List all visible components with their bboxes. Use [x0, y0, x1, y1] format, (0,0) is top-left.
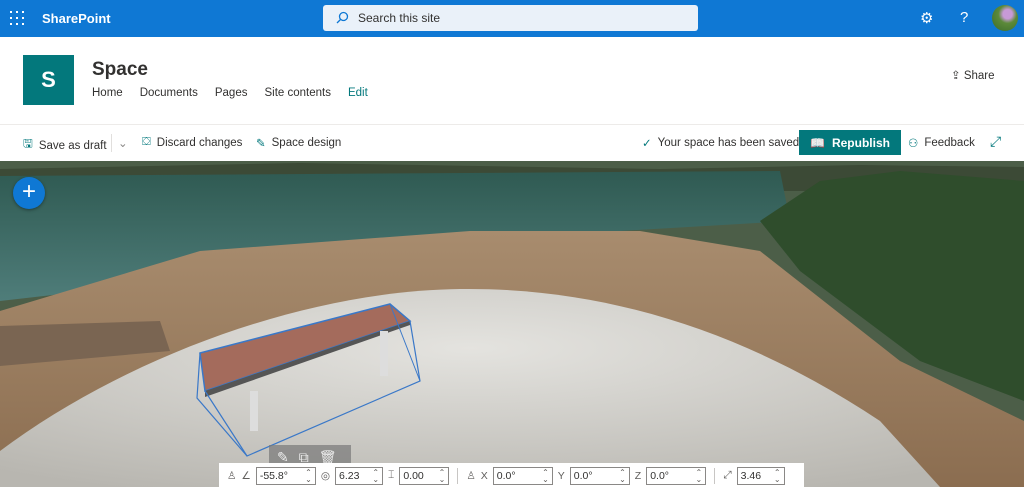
person-icon: ♙: [227, 469, 237, 482]
save-icon: 🖫: [23, 138, 33, 150]
divider: [714, 467, 716, 484]
help-icon[interactable]: ?: [960, 9, 968, 26]
spinner-icon[interactable]: ⌃ ⌄: [542, 468, 549, 483]
scale-icon: ⤢: [723, 469, 732, 481]
panorama-scene: [0, 161, 1024, 487]
share-button[interactable]: ⇪ Share: [951, 68, 995, 82]
radius-icon: ◎: [320, 469, 331, 482]
site-logo[interactable]: S: [23, 55, 74, 105]
space-canvas[interactable]: + ✎ ⧉ 🗑 ♙ ∠ -55.8° ⌃ ⌄ ◎ 6.23 ⌃ ⌄ ⌶ 0.00 ⌃ ⌄ ♙ X…: [0, 161, 1024, 487]
save-dropdown-chevron-icon[interactable]: ⌄: [118, 136, 128, 150]
height-value: 0.00: [403, 469, 424, 482]
republish-button[interactable]: 📖 Republish: [799, 130, 901, 155]
tilt-value: -55.8°: [259, 469, 288, 482]
search-input[interactable]: Search this site: [323, 5, 698, 31]
space-design-button[interactable]: ✎ Space design: [256, 136, 341, 150]
expand-icon[interactable]: ⤢: [990, 133, 1001, 150]
spinner-icon[interactable]: ⌃ ⌄: [619, 468, 626, 483]
z-value: 0.0°: [650, 469, 669, 482]
pencil-icon: ✎: [256, 138, 266, 150]
nav-edit[interactable]: Edit: [348, 87, 368, 99]
spinner-icon[interactable]: ⌃ ⌄: [305, 468, 312, 483]
republish-label: Republish: [831, 135, 890, 150]
spinner-icon[interactable]: ⌃ ⌄: [439, 468, 446, 483]
page-title: Space: [92, 59, 148, 80]
share-label: Share: [963, 70, 995, 82]
save-draft-button[interactable]: 🖫 Save as draft: [23, 136, 107, 155]
nav-site-contents[interactable]: Site contents: [264, 87, 330, 99]
discard-label: Discard changes: [156, 136, 243, 149]
space-design-label: Space design: [271, 137, 342, 149]
spinner-icon[interactable]: ⌃ ⌄: [696, 468, 703, 483]
y-label: Y: [557, 469, 565, 482]
avatar[interactable]: [992, 5, 1018, 31]
rotation-icon: ♙: [466, 469, 476, 482]
nav-pages[interactable]: Pages: [215, 87, 248, 99]
tilt-input[interactable]: -55.8° ⌃ ⌄: [255, 466, 316, 485]
search-placeholder: Search this site: [358, 11, 441, 25]
command-bar: 🖫 Save as draft ⌄ ⛋ Discard changes ✎ Space…: [0, 125, 1024, 161]
feedback-button[interactable]: ⚇ Feedback: [908, 136, 975, 150]
radius-input[interactable]: 6.23 ⌃ ⌄: [335, 466, 384, 485]
discard-icon: ⛋: [142, 136, 151, 148]
y-rotation-input[interactable]: 0.0° ⌃ ⌄: [569, 466, 630, 485]
share-icon: ⇪: [951, 70, 964, 82]
book-icon: 📖: [810, 135, 825, 150]
nav-home[interactable]: Home: [92, 87, 123, 99]
save-status-label: Your space has been saved: [657, 137, 800, 149]
scale-input[interactable]: 3.46 ⌃ ⌄: [736, 466, 785, 485]
x-rotation-input[interactable]: 0.0° ⌃ ⌄: [492, 466, 553, 485]
search-icon: [336, 11, 349, 24]
divider: [457, 467, 459, 484]
radius-value: 6.23: [339, 469, 360, 482]
discard-changes-button[interactable]: ⛋ Discard changes: [142, 136, 242, 149]
feedback-label: Feedback: [924, 137, 975, 149]
position-toolbar: ♙ ∠ -55.8° ⌃ ⌄ ◎ 6.23 ⌃ ⌄ ⌶ 0.00 ⌃ ⌄ ♙ X 0.0° ⌃…: [219, 463, 804, 487]
feedback-icon: ⚇: [908, 138, 919, 150]
app-launcher-icon[interactable]: [10, 11, 24, 25]
site-nav: Home Documents Pages Site contents Edit: [92, 87, 385, 99]
height-icon: ⌶: [388, 469, 395, 481]
settings-icon[interactable]: ⚙: [920, 9, 933, 27]
scale-value: 3.46: [740, 469, 762, 482]
x-label: X: [480, 469, 488, 482]
add-web-part-button[interactable]: +: [13, 177, 45, 209]
site-header: S Space Home Documents Pages Site conten…: [0, 37, 1024, 125]
spinner-icon[interactable]: ⌃ ⌄: [372, 468, 379, 483]
x-value: 0.0°: [496, 469, 516, 482]
spinner-icon[interactable]: ⌃ ⌄: [774, 468, 781, 483]
angle-icon: ∠: [241, 469, 251, 482]
z-label: Z: [634, 469, 642, 482]
y-value: 0.0°: [573, 469, 593, 482]
save-status: ✓ Your space has been saved: [642, 136, 799, 150]
height-input[interactable]: 0.00 ⌃ ⌄: [399, 466, 450, 485]
save-draft-label: Save as draft: [38, 139, 107, 152]
suite-bar: SharePoint Search this site ⚙ ?: [0, 0, 1024, 37]
z-rotation-input[interactable]: 0.0° ⌃ ⌄: [646, 466, 707, 485]
nav-documents[interactable]: Documents: [140, 87, 198, 99]
check-icon: ✓: [642, 138, 652, 150]
brand-link[interactable]: SharePoint: [42, 11, 111, 26]
